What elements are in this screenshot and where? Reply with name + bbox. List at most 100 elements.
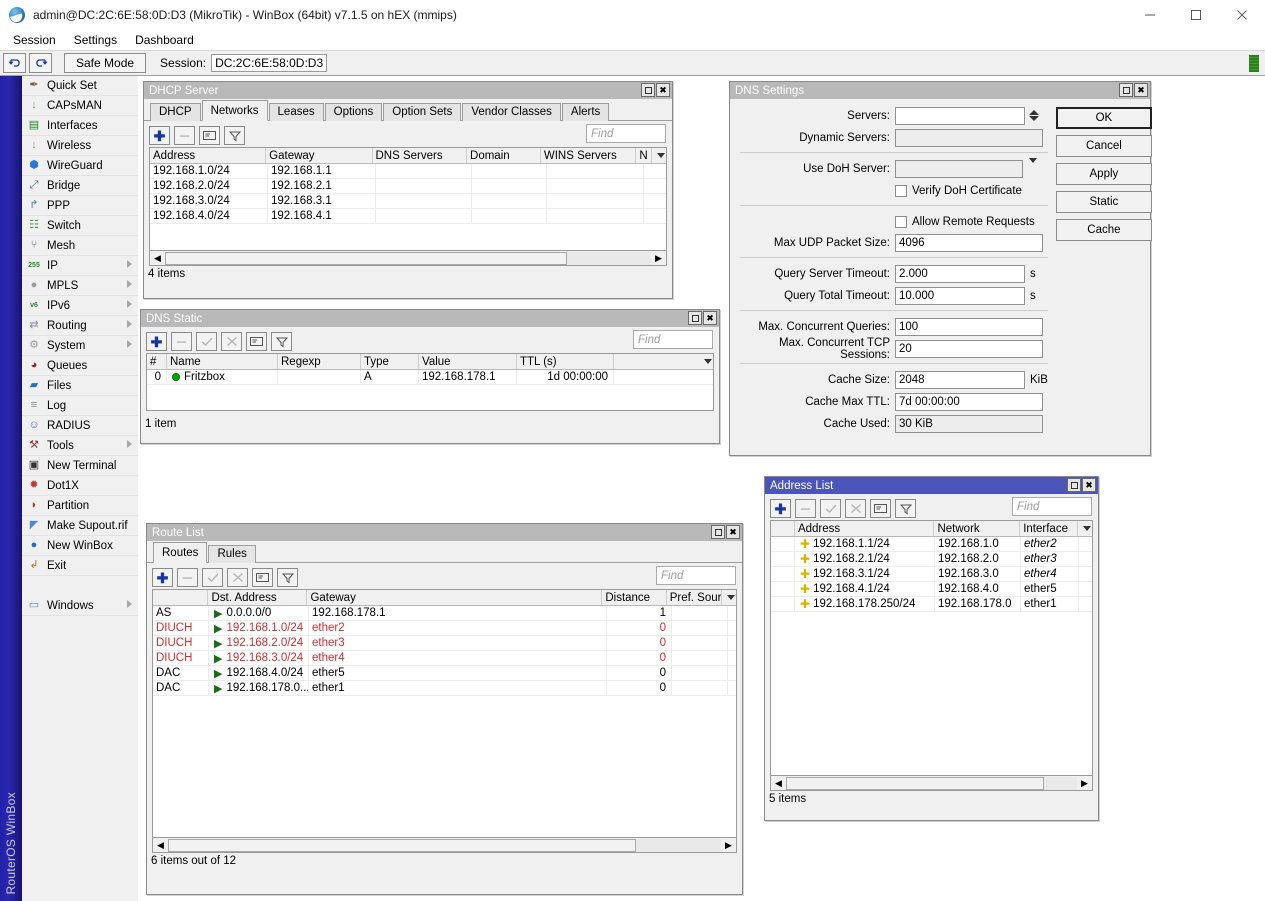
tab-leases[interactable]: Leases xyxy=(268,103,324,121)
session-value[interactable]: DC:2C:6E:58:0D:D3 xyxy=(211,54,328,72)
disable-icon[interactable] xyxy=(845,499,866,518)
table-row[interactable]: ✚ 192.168.2.1/24 192.168.2.0 ether3 xyxy=(771,552,1092,567)
col-flags[interactable] xyxy=(153,590,209,605)
menu-settings[interactable]: Settings xyxy=(65,31,126,49)
enable-icon[interactable] xyxy=(202,568,223,587)
disable-icon[interactable] xyxy=(227,568,248,587)
sidebar-item-queues[interactable]: ◕ Queues xyxy=(22,356,138,376)
column-chooser-icon[interactable] xyxy=(699,354,713,369)
table-row[interactable]: DIUCH ▶ 192.168.3.0/24 ether4 0 xyxy=(153,651,736,666)
col-domain[interactable]: Domain xyxy=(467,148,541,163)
route-list-titlebar[interactable]: Route List ✖ xyxy=(147,524,742,541)
filter-icon[interactable] xyxy=(277,568,298,587)
col-network[interactable]: Network xyxy=(934,521,1021,536)
allow-remote-checkbox[interactable] xyxy=(895,215,907,228)
sidebar-item-exit[interactable]: ↲ Exit xyxy=(22,556,138,576)
address-list-maximize-icon[interactable] xyxy=(1067,478,1081,492)
table-row[interactable]: ✚ 192.168.4.1/24 192.168.4.0 ether5 xyxy=(771,582,1092,597)
max-tcp-input[interactable]: 20 xyxy=(895,339,1043,358)
col-interface[interactable]: Interface xyxy=(1020,521,1079,536)
scroll-track[interactable] xyxy=(786,776,1077,790)
sidebar-item-make-supout-rif[interactable]: ◤ Make Supout.rif xyxy=(22,516,138,536)
col-distance[interactable]: Distance xyxy=(602,590,667,605)
dns-static-find-input[interactable]: Find xyxy=(633,330,713,349)
col-n[interactable]: N xyxy=(636,148,653,163)
menu-session[interactable]: Session xyxy=(4,31,65,49)
table-row[interactable]: DIUCH ▶ 192.168.2.0/24 ether3 0 xyxy=(153,636,736,651)
scroll-left-icon[interactable]: ◀ xyxy=(771,776,786,790)
sidebar-item-new-winbox[interactable]: ● New WinBox xyxy=(22,536,138,556)
col-regexp[interactable]: Regexp xyxy=(278,354,361,369)
safe-mode-button[interactable]: Safe Mode xyxy=(64,53,147,73)
table-row[interactable]: 192.168.4.0/24 192.168.4.1 xyxy=(150,209,666,224)
table-row[interactable]: ✚ 192.168.3.1/24 192.168.3.0 ether4 xyxy=(771,567,1092,582)
remove-icon[interactable]: ─ xyxy=(171,332,192,351)
col-dst-address[interactable]: Dst. Address xyxy=(208,590,308,605)
col-value[interactable]: Value xyxy=(419,354,517,369)
query-total-timeout-input[interactable]: 10.000 xyxy=(895,286,1025,305)
disable-icon[interactable] xyxy=(221,332,242,351)
undo-icon[interactable] xyxy=(3,53,26,73)
tab-networks[interactable]: Networks xyxy=(201,100,268,121)
dns-settings-maximize-icon[interactable] xyxy=(1119,83,1133,97)
menu-dashboard[interactable]: Dashboard xyxy=(126,31,203,49)
address-horizontal-scrollbar[interactable]: ◀ ▶ xyxy=(770,776,1093,791)
table-row[interactable]: DAC ▶ 192.168.4.0/24 ether5 0 xyxy=(153,666,736,681)
col-ttl[interactable]: TTL (s) xyxy=(517,354,614,369)
cache-button[interactable]: Cache xyxy=(1055,219,1152,241)
col-number[interactable]: # xyxy=(147,354,167,369)
add-icon[interactable]: ✚ xyxy=(146,332,167,351)
scroll-right-icon[interactable]: ▶ xyxy=(1077,776,1092,790)
tab-option-sets[interactable]: Option Sets xyxy=(383,103,462,121)
column-chooser-icon[interactable] xyxy=(1078,521,1092,536)
tab-vendor-classes[interactable]: Vendor Classes xyxy=(462,103,561,121)
dhcp-server-maximize-icon[interactable] xyxy=(641,83,655,97)
route-list-close-icon[interactable]: ✖ xyxy=(726,525,740,539)
max-queries-input[interactable]: 100 xyxy=(895,317,1043,336)
col-gateway[interactable]: Gateway xyxy=(307,590,603,605)
cancel-button[interactable]: Cancel xyxy=(1055,135,1152,157)
sidebar-item-routing[interactable]: ⇄ Routing xyxy=(22,316,138,336)
dhcp-find-input[interactable]: Find xyxy=(586,124,666,143)
table-row[interactable]: DAC ▶ 192.168.178.0... ether1 0 xyxy=(153,681,736,696)
scroll-right-icon[interactable]: ▶ xyxy=(721,838,736,852)
apply-button[interactable]: Apply xyxy=(1055,163,1152,185)
dhcp-server-titlebar[interactable]: DHCP Server ✖ xyxy=(144,82,672,99)
scroll-left-icon[interactable]: ◀ xyxy=(150,251,165,265)
maximize-icon[interactable] xyxy=(1173,0,1219,29)
sidebar-item-capsman[interactable]: ↓ CAPsMAN xyxy=(22,96,138,116)
comment-icon[interactable] xyxy=(870,499,891,518)
tab-dhcp[interactable]: DHCP xyxy=(150,103,201,121)
table-row[interactable]: 192.168.3.0/24 192.168.3.1 xyxy=(150,194,666,209)
close-icon[interactable] xyxy=(1219,0,1265,29)
comment-icon[interactable] xyxy=(199,126,220,145)
minimize-icon[interactable] xyxy=(1127,0,1173,29)
cache-max-ttl-input[interactable]: 7d 00:00:00 xyxy=(895,392,1043,411)
scroll-right-icon[interactable]: ▶ xyxy=(651,251,666,265)
table-row[interactable]: ✚ 192.168.1.1/24 192.168.1.0 ether2 xyxy=(771,537,1092,552)
remove-icon[interactable]: ─ xyxy=(795,499,816,518)
filter-icon[interactable] xyxy=(895,499,916,518)
col-address[interactable]: Address xyxy=(795,521,935,536)
col-dns-servers[interactable]: DNS Servers xyxy=(373,148,468,163)
dns-settings-close-icon[interactable]: ✖ xyxy=(1134,83,1148,97)
dns-static-close-icon[interactable]: ✖ xyxy=(703,311,717,325)
sidebar-item-partition[interactable]: ◗ Partition xyxy=(22,496,138,516)
remove-icon[interactable]: ─ xyxy=(174,126,195,145)
dhcp-horizontal-scrollbar[interactable]: ◀ ▶ xyxy=(149,251,667,266)
sidebar-item-log[interactable]: ≡ Log xyxy=(22,396,138,416)
sidebar-item-interfaces[interactable]: ▤ Interfaces xyxy=(22,116,138,136)
comment-icon[interactable] xyxy=(252,568,273,587)
tab-alerts[interactable]: Alerts xyxy=(561,103,610,121)
address-find-input[interactable]: Find xyxy=(1012,497,1092,516)
scroll-track[interactable] xyxy=(165,251,651,265)
col-gateway[interactable]: Gateway xyxy=(266,148,373,163)
column-chooser-icon[interactable] xyxy=(722,590,736,605)
verify-doh-checkbox[interactable] xyxy=(895,184,907,197)
max-udp-input[interactable]: 4096 xyxy=(895,233,1043,252)
servers-spinner[interactable] xyxy=(1029,110,1041,121)
table-row[interactable]: 192.168.2.0/24 192.168.2.1 xyxy=(150,179,666,194)
route-find-input[interactable]: Find xyxy=(656,566,736,585)
tab-rules[interactable]: Rules xyxy=(208,545,256,563)
scroll-left-icon[interactable]: ◀ xyxy=(153,838,168,852)
